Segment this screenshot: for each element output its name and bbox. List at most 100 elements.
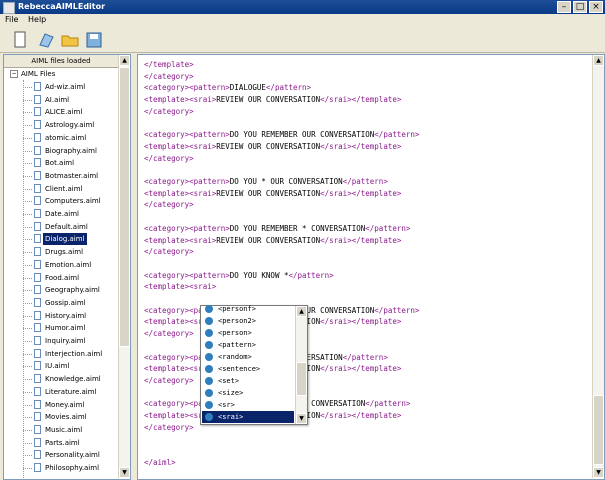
tree-item[interactable]: AI.aiml (23, 94, 118, 106)
tree-item-label: Humor.aiml (45, 324, 86, 333)
scroll-thumb[interactable] (593, 395, 604, 465)
file-icon (34, 196, 41, 206)
tree-item[interactable]: Personality.aiml (23, 449, 118, 461)
tree-item[interactable]: Humor.aiml (23, 322, 118, 334)
tree-item-label: Date.aiml (45, 210, 79, 218)
file-icon (34, 209, 41, 218)
new-icon[interactable] (10, 30, 30, 50)
tree-item[interactable]: Drugs.aiml (23, 246, 118, 258)
code-tag: </pattern> (342, 177, 388, 186)
tree-connector (23, 341, 32, 342)
tree-item[interactable]: Computers.aiml (23, 195, 118, 207)
tree-item[interactable]: Movies.aiml (23, 411, 118, 423)
window-controls: – □ × (557, 1, 603, 13)
menu-file[interactable]: File (5, 15, 18, 24)
tree-item[interactable]: atomic.aiml (23, 132, 118, 144)
autocomplete-item[interactable]: <person> (202, 327, 294, 339)
tree-item[interactable]: Philosophy.aiml (23, 462, 118, 474)
tree-item[interactable]: ALICE.aiml (23, 106, 118, 118)
tree-item[interactable]: Default.aiml (23, 221, 118, 233)
tree-item[interactable]: Literature.aiml (23, 386, 118, 398)
code-line: </category> (144, 422, 194, 433)
scroll-down-arrow-icon[interactable]: ▼ (296, 413, 307, 424)
tree-item[interactable]: IU.aiml (23, 360, 118, 372)
autocomplete-item[interactable]: <srai> (202, 411, 294, 423)
code-tag: </srai></template> (320, 317, 402, 327)
pane-header: AIML files loaded (4, 55, 118, 68)
tree-connector (23, 391, 32, 393)
editor-scrollbar[interactable]: ▲ ▼ (592, 55, 604, 478)
tree-item[interactable]: Bot.aiml (23, 157, 118, 169)
autocomplete-item[interactable]: <random> (202, 351, 294, 363)
tree-item-label: Parts.aiml (45, 438, 80, 447)
scroll-down-arrow-icon[interactable]: ▼ (593, 467, 604, 478)
scroll-thumb[interactable] (296, 362, 307, 396)
tree-item[interactable]: Parts.aiml (23, 437, 118, 449)
tree-item[interactable]: Dialog.aiml (23, 233, 118, 246)
app-icon (3, 2, 15, 14)
tag-icon (205, 305, 213, 313)
scroll-up-arrow-icon[interactable]: ▲ (593, 55, 604, 66)
minimize-button[interactable]: – (557, 1, 571, 13)
tree-item[interactable]: Music.aiml (23, 424, 118, 436)
tree-item[interactable]: Gossip.aiml (23, 297, 118, 309)
tree-item-label: Astrology.aiml (45, 121, 95, 130)
tree-item[interactable]: Ad-wiz.aiml (23, 81, 118, 93)
tree-connector (23, 252, 32, 254)
tree-item[interactable]: Interjection.aiml (23, 348, 118, 360)
code-tag: </pattern> (374, 305, 420, 315)
tree-item[interactable]: History.aiml (23, 310, 118, 322)
code-tag: <template><srai> (144, 282, 217, 292)
menu-help[interactable]: Help (28, 15, 46, 24)
tree-connector (23, 455, 32, 457)
tree-item[interactable]: Biography.aiml (23, 145, 118, 157)
tree-item-label: Drugs.aiml (45, 248, 84, 257)
tag-icon (205, 401, 213, 409)
tree-item[interactable]: Money.aiml (23, 399, 118, 411)
scroll-down-arrow-icon[interactable]: ▼ (119, 467, 130, 478)
autocomplete-item[interactable]: <set> (202, 375, 294, 387)
tree-item[interactable]: Knowledge.aiml (23, 373, 118, 385)
code-text: DIALOGUE (229, 83, 266, 93)
autocomplete-item[interactable]: <size> (202, 387, 294, 399)
folder-icon[interactable] (60, 30, 80, 50)
tree-item[interactable]: Date.aiml (23, 208, 118, 220)
autocomplete-item[interactable]: <personf> (202, 303, 294, 315)
code-tag: </srai></template> (320, 141, 402, 151)
tree-root[interactable]: − AIML Files (10, 69, 55, 80)
tree-item[interactable]: Client.aiml (23, 183, 118, 195)
save-icon[interactable] (84, 30, 104, 50)
open-icon[interactable] (36, 30, 56, 50)
autocomplete-item[interactable]: <sentence> (202, 363, 294, 375)
tree-item[interactable]: Astrology.aiml (23, 119, 118, 131)
file-icon (34, 297, 41, 307)
autocomplete-item[interactable]: <pattern> (202, 339, 294, 351)
code-line: </category> (144, 328, 194, 339)
collapse-icon[interactable]: − (10, 70, 18, 78)
scroll-thumb[interactable] (119, 67, 130, 347)
file-icon (34, 132, 41, 142)
tree-connector (23, 315, 32, 317)
scroll-up-arrow-icon[interactable]: ▲ (119, 55, 130, 66)
tree-item[interactable]: Food.aiml (23, 272, 118, 284)
tree-item[interactable]: Inquiry.aiml (23, 335, 118, 347)
tree-item-label: Gossip.aiml (45, 298, 86, 307)
tree-item[interactable]: Botmaster.aiml (23, 170, 118, 182)
tree-scrollbar[interactable]: ▲ ▼ (118, 55, 130, 478)
code-tag: </category> (144, 422, 194, 432)
code-line: <template><srai>REVIEW OUR CONVERSATION<… (144, 235, 401, 246)
scroll-up-arrow-icon[interactable]: ▲ (296, 306, 307, 317)
autocomplete-item[interactable]: <person2> (202, 315, 294, 327)
autocomplete-item[interactable]: <sr> (202, 399, 294, 411)
code-line: <category><pattern>DIALOGUE</pattern> (144, 82, 311, 93)
tree-item-label: Knowledge.aiml (45, 375, 101, 384)
code-tag: <category><pattern> (144, 223, 230, 233)
tree-item[interactable]: Emotion.aiml (23, 259, 118, 271)
autocomplete-popup[interactable]: ▲ ▼ <personf> <person2> <person> <pattern> <… (200, 305, 308, 425)
tree-item[interactable]: Geography.aiml (23, 284, 118, 296)
tree-item-label: Music.aiml (45, 425, 83, 434)
tree-item-label: History.aiml (45, 311, 87, 320)
popup-scrollbar[interactable]: ▲ ▼ (295, 306, 307, 424)
maximize-button[interactable]: □ (573, 1, 587, 13)
close-button[interactable]: × (589, 1, 603, 13)
